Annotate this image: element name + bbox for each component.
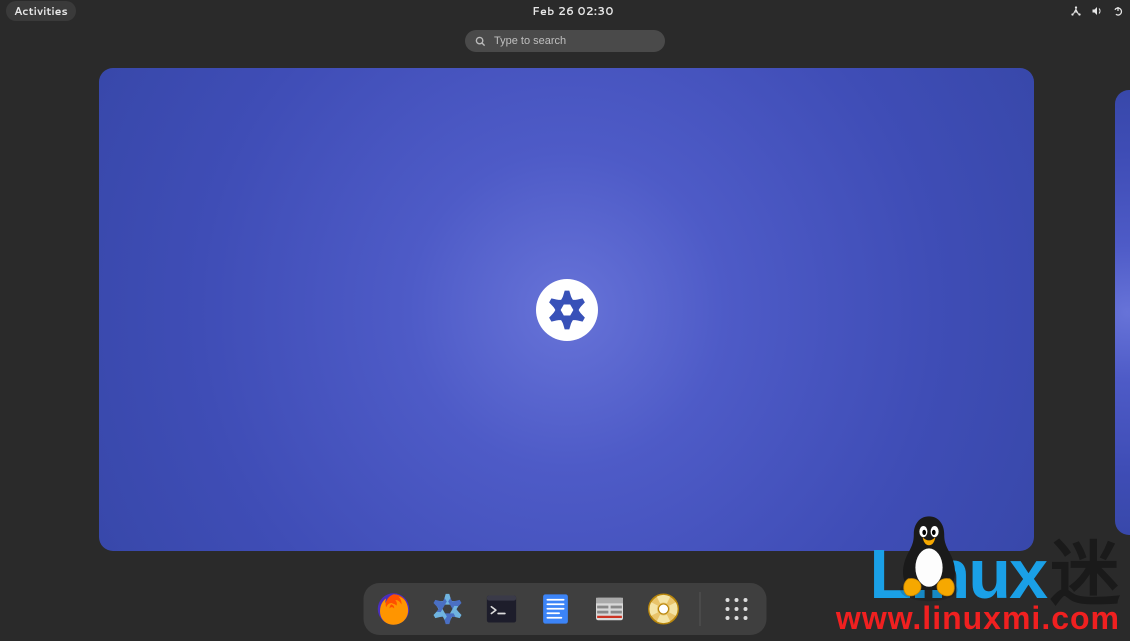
power-icon[interactable] xyxy=(1112,5,1124,17)
watermark-brand-cn: 迷 xyxy=(1050,543,1120,606)
dock-item-help[interactable] xyxy=(644,589,684,629)
system-status-area[interactable] xyxy=(1070,5,1124,17)
wallpaper-logo xyxy=(536,279,598,341)
search-icon xyxy=(475,36,486,47)
show-applications-button[interactable] xyxy=(717,589,757,629)
watermark-brand-en: Linux xyxy=(869,543,1046,606)
dock-item-firefox[interactable] xyxy=(374,589,414,629)
search-bar[interactable] xyxy=(465,30,665,52)
clock[interactable]: Feb 26 02:30 xyxy=(532,3,613,19)
nixos-snowflake-icon xyxy=(544,287,590,333)
dock-item-text-editor[interactable] xyxy=(536,589,576,629)
watermark-url: www.linuxmi.com xyxy=(836,600,1120,637)
dock-separator xyxy=(700,592,701,626)
search-input[interactable] xyxy=(494,35,655,47)
apps-grid-icon xyxy=(726,598,748,620)
network-icon[interactable] xyxy=(1070,5,1082,17)
dock-item-files[interactable] xyxy=(590,589,630,629)
workspace-next[interactable] xyxy=(1115,90,1130,535)
dock-item-nixos-settings[interactable] xyxy=(428,589,468,629)
dock-item-terminal[interactable] xyxy=(482,589,522,629)
volume-icon[interactable] xyxy=(1091,5,1103,17)
activities-button[interactable]: Activities xyxy=(6,1,76,21)
top-bar: Activities Feb 26 02:30 xyxy=(0,0,1130,22)
workspace-current[interactable] xyxy=(99,68,1034,551)
dock xyxy=(364,583,767,635)
